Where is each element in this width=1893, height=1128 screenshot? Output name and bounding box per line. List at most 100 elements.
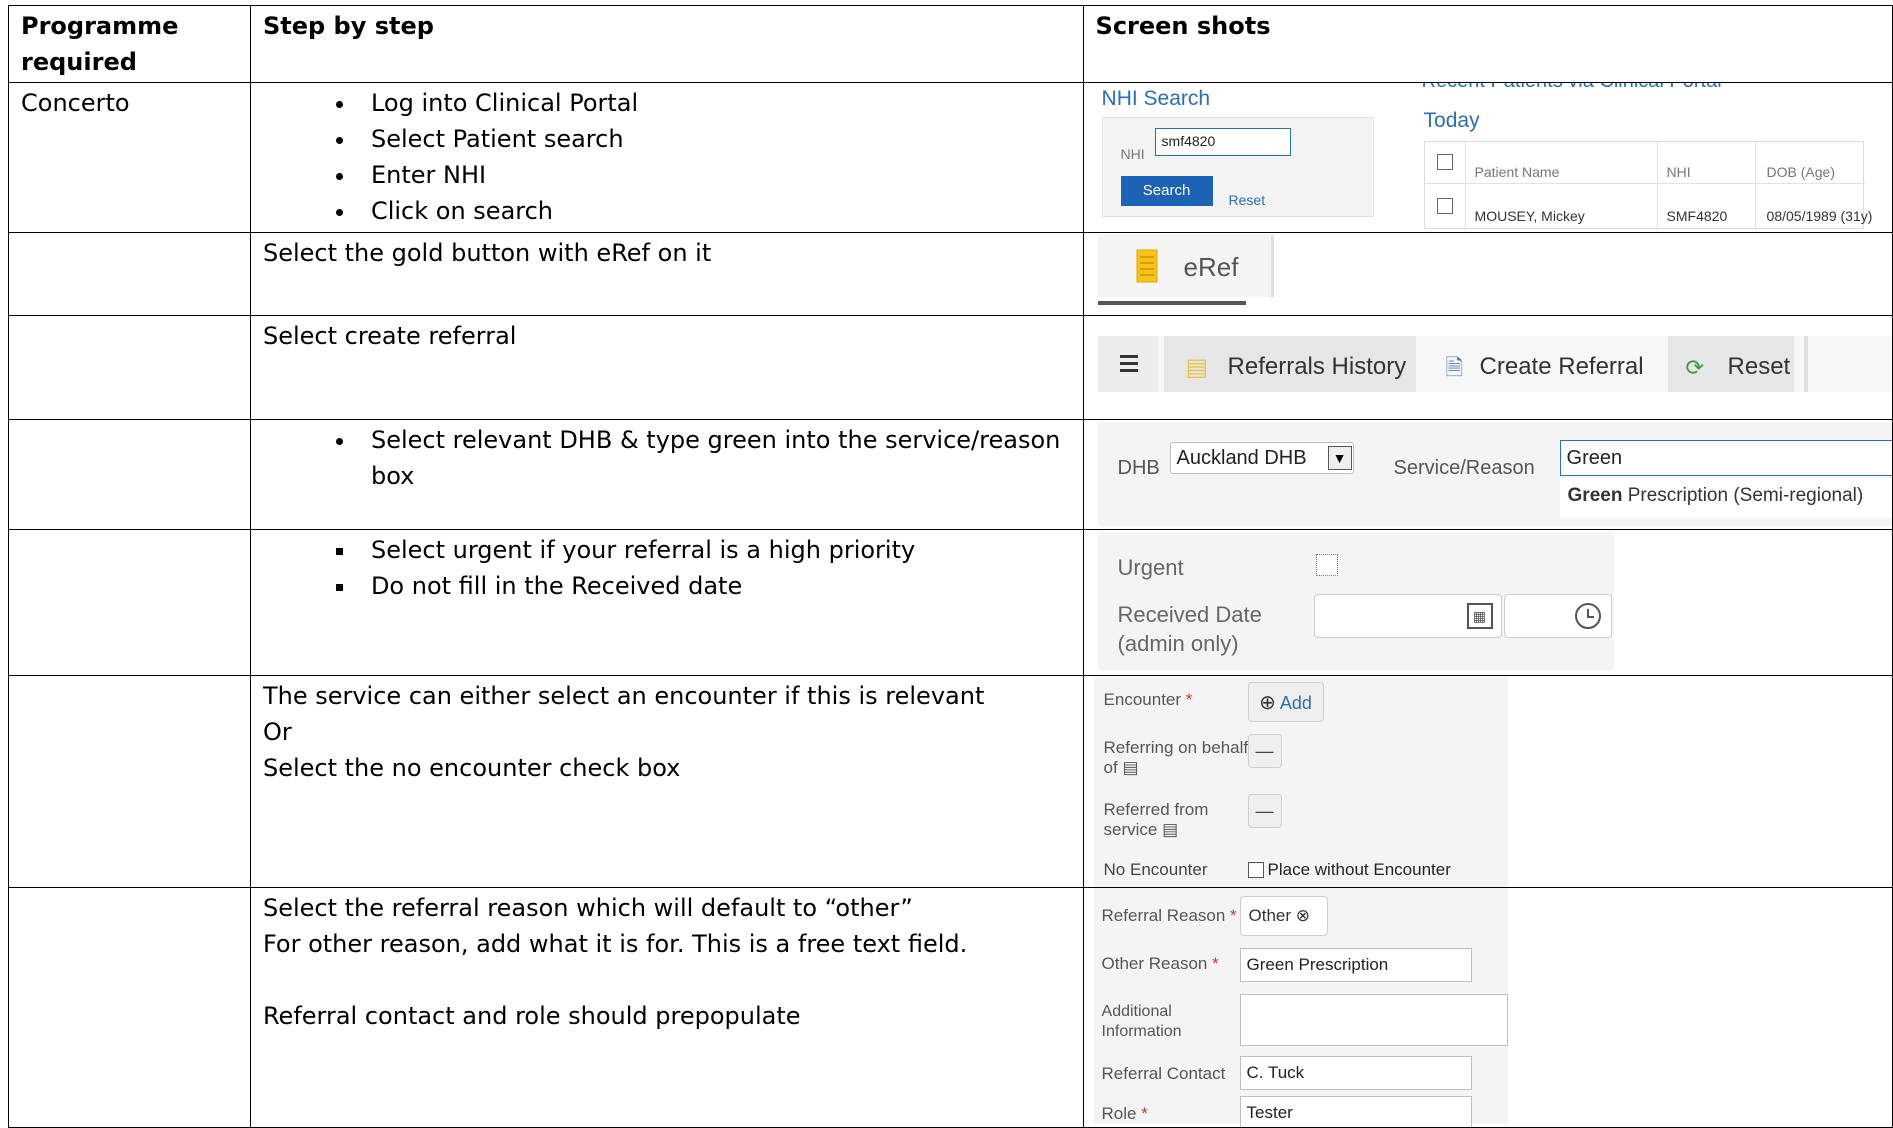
step-line: The service can either select an encount… [262,682,985,710]
create-referral-label: Create Referral [1479,353,1644,380]
programme-name: Concerto [8,82,251,233]
create-referral-button[interactable]: 🗎 Create Referral [1438,336,1656,392]
add-encounter-button[interactable]: ⊕ Add [1247,682,1324,722]
row-eref: Select the gold button with eRef on it e… [8,232,1893,316]
encounter-label: Encounter [1103,690,1182,709]
recent-patients-title: Recent Patients via Clinical Portal [1422,84,1722,94]
step-item: Do not fill in the Received date [357,568,1071,604]
today-heading: Today [1423,109,1480,132]
role-input[interactable]: Tester [1239,1096,1472,1127]
dhb-label: DHB [1117,457,1160,479]
step-item: Select urgent if your referral is a high… [357,532,1071,568]
patient-name[interactable]: MOUSEY, Mickey [1475,198,1585,232]
chevron-down-icon[interactable]: ▼ [1327,446,1352,470]
screenshot-referral-reason: Referral Reason * Other ⊗ Other Reason *… [1084,888,1891,1127]
menu-button[interactable] [1097,336,1158,392]
patient-dob: 08/05/1989 (31y) [1766,208,1873,224]
info-icon: ▤ [1162,820,1179,839]
nhi-search-panel: NHI smf4820 Search Reset [1101,117,1374,218]
suggestion-rest: Prescription (Semi-regional) [1622,485,1864,506]
add-label: Add [1279,693,1312,713]
screenshot-eref: eRef [1084,234,1891,313]
received-date-input[interactable]: ▦ [1313,594,1502,638]
col-dob: DOB (Age) [1766,164,1835,180]
nhi-input[interactable]: smf4820 [1154,128,1291,156]
recent-patients-table: Patient Name NHI DOB (Age) MOUSEY, Micke… [1423,141,1872,230]
referring-behalf-button[interactable]: — [1247,734,1282,768]
step-item: Select relevant DHB & type green into th… [357,422,1071,494]
step-text: Select create referral [249,315,1084,420]
row-urgent: Select urgent if your referral is a high… [8,529,1893,676]
nhi-label: NHI [1120,146,1145,162]
service-suggestion[interactable]: Green Prescription (Semi-regional) [1559,478,1892,518]
instructions-table: Programme required Step by step Screen s… [8,5,1893,1128]
clock-icon[interactable] [1574,603,1601,629]
service-reason-input[interactable]: Green [1559,440,1892,476]
referral-contact-input[interactable]: C. Tuck [1239,1056,1472,1090]
plus-circle-icon: ⊕ [1259,692,1276,714]
dhb-select[interactable]: Auckland DHB [1169,442,1354,474]
step-line: For other reason, add what it is for. Th… [262,930,968,958]
screenshot-dhb-service: DHB Auckland DHB ▼ Service/Reason Green … [1084,421,1892,526]
received-time-input[interactable] [1503,594,1612,638]
notes-icon: ▤ [1185,354,1209,381]
referrals-history-button[interactable]: ▤ Referrals History [1163,336,1416,392]
other-reason-input[interactable]: Green Prescription [1239,948,1472,982]
no-encounter-checkbox[interactable] [1247,862,1264,878]
eref-label: eRef [1183,252,1239,282]
calendar-icon[interactable]: ▦ [1466,603,1493,629]
referral-reason-label: Referral Reason [1101,906,1226,925]
referral-reason-tag[interactable]: Other ⊗ [1239,896,1328,936]
referral-contact-label: Referral Contact [1101,1064,1226,1083]
step-line: Referral contact and role should prepopu… [262,1002,801,1030]
referred-from-button[interactable]: — [1247,794,1282,828]
role-label: Role [1101,1104,1137,1123]
reset-link[interactable]: Reset [1229,182,1266,218]
step-text: Select the gold button with eRef on it [249,232,1084,316]
remove-icon[interactable]: ⊗ [1296,906,1310,925]
other-reason-label: Other Reason [1101,954,1208,973]
search-button[interactable]: Search [1120,176,1213,206]
patient-checkbox[interactable] [1436,198,1453,214]
step-item: Enter NHI [357,157,1071,193]
step-list: Log into Clinical Portal Select Patient … [263,85,1071,229]
received-date-hint: (admin only) [1117,631,1239,656]
screenshot-referral-toolbar: ▤ Referrals History 🗎 Create Referral ⟳ … [1084,317,1892,417]
referrals-history-label: Referrals History [1227,353,1407,380]
eref-button[interactable]: eRef [1097,235,1274,297]
reset-button[interactable]: ⟳ Reset [1667,336,1794,392]
additional-info-input[interactable] [1239,994,1508,1046]
select-all-checkbox[interactable] [1436,154,1453,170]
new-document-icon: 🗎 [1445,355,1464,380]
step-line: Select the referral reason which will de… [262,894,913,922]
suggestion-match: Green [1567,485,1623,506]
place-without-label: Place without Encounter [1267,860,1451,879]
step-line: Select the no encounter check box [262,754,681,782]
row-encounter: The service can either select an encount… [8,675,1893,888]
header-steps: Step by step [249,5,1084,83]
step-line: Or [262,718,292,746]
step-item: Click on search [357,193,1071,229]
additional-info-label: Additional [1101,1003,1172,1020]
row-patient-search: Concerto Log into Clinical Portal Select… [8,82,1893,233]
refresh-icon: ⟳ [1685,355,1704,380]
reset-label: Reset [1727,353,1791,380]
screenshot-encounter: Encounter * ⊕ Add Referring on behalf of… [1084,676,1891,887]
received-date-label: Received Date [1117,602,1262,627]
step-item: Log into Clinical Portal [357,85,1071,121]
row-referral-reason: Select the referral reason which will de… [8,887,1893,1128]
info-icon: ▤ [1122,758,1139,777]
col-patient-name: Patient Name [1474,164,1560,180]
row-create-referral: Select create referral ▤ Referrals Histo… [8,315,1893,420]
screenshot-nhi-search: NHI Search NHI smf4820 Search Reset Rece… [1084,84,1891,230]
patient-nhi: SMF4820 [1666,208,1728,224]
urgent-checkbox[interactable] [1315,554,1338,576]
nhi-search-title: NHI Search [1101,87,1211,110]
header-row: Programme required Step by step Screen s… [8,5,1893,83]
screenshot-urgent: Urgent Received Date (admin only) ▦ [1084,531,1891,673]
toolbar: ▤ Referrals History 🗎 Create Referral ⟳ … [1097,336,1892,392]
service-reason-label: Service/Reason [1393,457,1535,479]
step-item: Select Patient search [357,121,1071,157]
row-dhb-service: Select relevant DHB & type green into th… [8,419,1893,530]
col-nhi: NHI [1666,164,1691,180]
